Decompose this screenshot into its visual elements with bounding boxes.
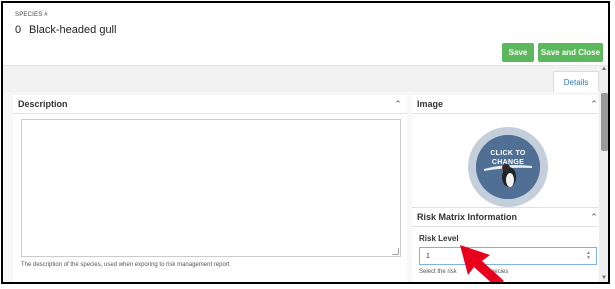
description-title: Description [18, 99, 68, 109]
species-name: Black-headed gull [29, 24, 117, 36]
scroll-up-icon[interactable]: ▲ [600, 66, 608, 74]
collapse-chevron-icon[interactable]: ⌃ [393, 99, 403, 110]
scrollbar-thumb[interactable] [601, 93, 608, 151]
risk-divider [412, 226, 598, 227]
click-to-change-overlay[interactable]: CLICK TO CHANGE [487, 149, 529, 167]
species-image[interactable] [468, 127, 548, 207]
resize-grip-icon[interactable] [392, 248, 399, 255]
risk-level-input[interactable]: 1 ▲ ▼ [419, 247, 597, 265]
stepper-icon[interactable]: ▲ ▼ [586, 251, 591, 261]
annotation-arrow-icon [460, 245, 504, 282]
risk-level-label: Risk Level [419, 234, 459, 243]
image-title: Image [417, 99, 444, 109]
image-divider [412, 113, 598, 114]
description-help-text: The description of the species, used whe… [21, 262, 230, 268]
species-number: 0 [15, 24, 22, 36]
tab-bar [3, 66, 598, 92]
save-button[interactable]: Save [502, 43, 534, 62]
risk-help-left: Select the risk [419, 269, 457, 275]
collapse-chevron-icon[interactable]: ⌃ [589, 212, 599, 223]
tab-details[interactable]: Details [553, 71, 599, 92]
scroll-down-icon[interactable]: ▼ [600, 275, 608, 282]
save-and-close-button[interactable]: Save and Close [538, 43, 603, 62]
risk-top-divider [412, 207, 598, 208]
description-divider [13, 113, 407, 114]
species-label: SPECIES # [15, 12, 48, 18]
risk-matrix-title: Risk Matrix Information [417, 212, 518, 222]
risk-level-value: 1 [426, 252, 430, 260]
dialog-frame: SPECIES # 0 Black-headed gull Save Save … [1, 1, 610, 284]
gull-icon [476, 135, 540, 199]
description-textarea[interactable] [21, 119, 401, 257]
collapse-chevron-icon[interactable]: ⌃ [589, 99, 599, 110]
gull-photo [476, 135, 540, 199]
